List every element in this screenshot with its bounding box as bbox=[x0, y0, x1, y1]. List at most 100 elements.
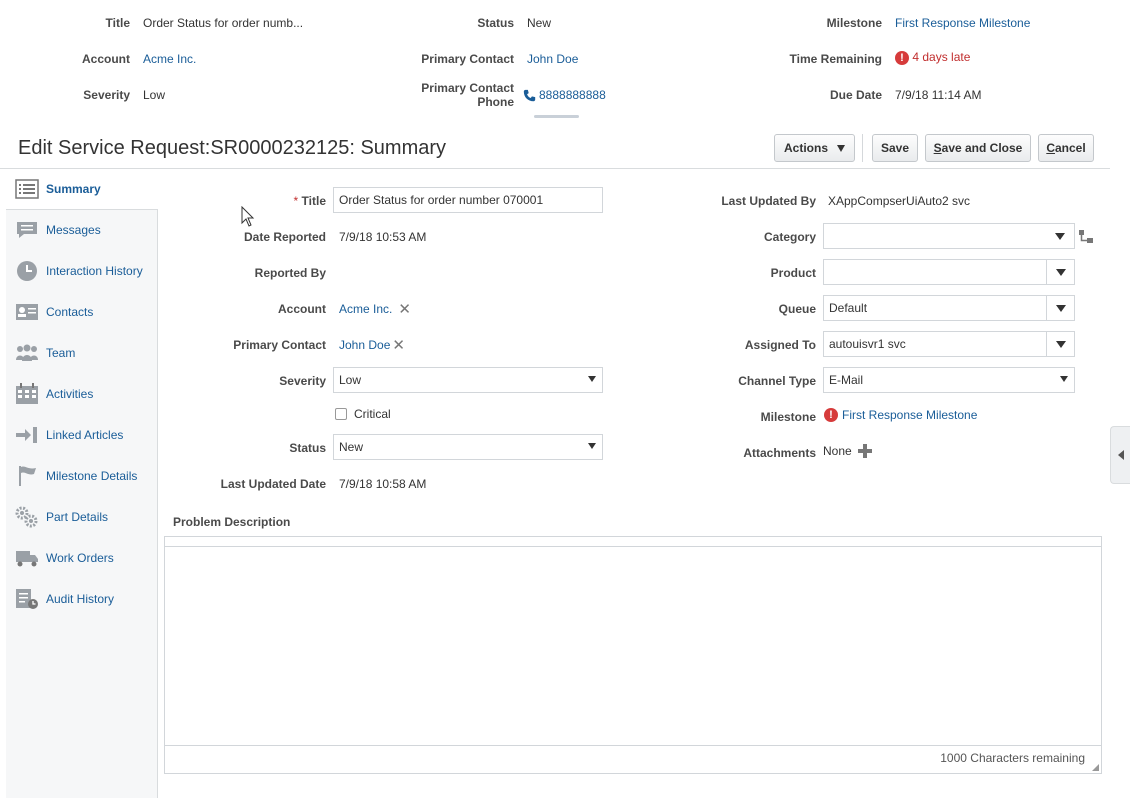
date-reported-value: 7/9/18 10:53 AM bbox=[339, 230, 427, 244]
time-remaining-value: 4 days late bbox=[912, 50, 971, 64]
save-button[interactable]: Save bbox=[872, 134, 918, 162]
assigned-to-combobox[interactable]: autouisvr1 svc bbox=[823, 331, 1075, 357]
title-label-text: Title bbox=[301, 194, 326, 208]
team-icon bbox=[15, 342, 39, 364]
title-input[interactable]: Order Status for order number 070001 bbox=[333, 187, 603, 213]
chevron-down-icon bbox=[1055, 233, 1065, 240]
header-milestone-link[interactable]: First Response Milestone bbox=[895, 16, 1030, 30]
sidebar-item-interaction-history[interactable]: Interaction History bbox=[6, 251, 157, 291]
select-arrow-icon bbox=[588, 376, 596, 382]
attachments-value: None bbox=[823, 444, 852, 458]
header-primary-contact-link[interactable]: John Doe bbox=[527, 52, 578, 66]
date-reported-label: Date Reported bbox=[243, 230, 326, 244]
chevron-down-icon bbox=[1055, 340, 1066, 348]
chevron-down-icon bbox=[837, 144, 845, 152]
title-field-label: * Title bbox=[200, 194, 326, 208]
sidebar-item-messages[interactable]: Messages bbox=[6, 210, 157, 250]
sidebar-item-work-orders[interactable]: Work Orders bbox=[6, 538, 157, 578]
problem-description-textarea[interactable]: 1000 Characters remaining bbox=[164, 536, 1102, 774]
textarea-toolbar bbox=[165, 537, 1101, 547]
phone-icon bbox=[523, 89, 536, 101]
chevron-down-icon bbox=[1055, 268, 1066, 276]
header-title-label: Title bbox=[105, 16, 130, 30]
critical-label: Critical bbox=[354, 407, 391, 421]
product-dropdown-button[interactable] bbox=[1046, 259, 1074, 285]
header-due-date-value: 7/9/18 11:14 AM bbox=[895, 88, 982, 102]
assigned-to-dropdown-button[interactable] bbox=[1046, 331, 1074, 357]
link-arrow-icon bbox=[15, 424, 39, 446]
calendar-icon bbox=[15, 383, 39, 405]
cancel-button[interactable]: Cancel bbox=[1038, 134, 1094, 162]
sidebar-item-contacts[interactable]: Contacts bbox=[6, 292, 157, 332]
hierarchy-browse-icon[interactable] bbox=[1078, 229, 1094, 245]
product-combobox[interactable] bbox=[823, 259, 1075, 285]
save-and-close-button[interactable]: Save and Close bbox=[925, 134, 1031, 162]
actions-label: Actions bbox=[783, 141, 828, 155]
problem-description-label: Problem Description bbox=[173, 515, 291, 529]
toolbar-separator bbox=[862, 134, 863, 162]
header-scroll-indicator bbox=[534, 115, 579, 118]
actions-menu-button[interactable]: Actions bbox=[774, 134, 855, 162]
sidebar-item-label: Work Orders bbox=[46, 551, 114, 565]
last-updated-by-label: Last Updated By bbox=[721, 194, 816, 208]
header-phone-link[interactable]: 8888888888 bbox=[523, 88, 606, 102]
reported-by-label: Reported By bbox=[254, 266, 326, 280]
required-mark: * bbox=[293, 194, 299, 208]
category-select[interactable] bbox=[823, 223, 1075, 249]
sidebar-item-part-details[interactable]: Part Details bbox=[6, 497, 157, 537]
sidebar: Summary Messages Interaction History Con… bbox=[6, 169, 158, 798]
summary-icon bbox=[15, 178, 39, 200]
sidebar-item-label: Summary bbox=[46, 182, 101, 196]
primary-contact-label: Primary Contact bbox=[233, 338, 326, 352]
header-phone-label: Primary Contact Phone bbox=[421, 81, 514, 109]
category-label: Category bbox=[763, 230, 816, 244]
sidebar-item-activities[interactable]: Activities bbox=[6, 374, 157, 414]
sidebar-item-label: Contacts bbox=[46, 305, 94, 319]
last-updated-date-value: 7/9/18 10:58 AM bbox=[339, 477, 427, 491]
channel-type-label: Channel Type bbox=[738, 374, 816, 388]
sidebar-item-milestone-details[interactable]: Milestone Details bbox=[6, 456, 157, 496]
severity-select[interactable]: Low bbox=[333, 367, 603, 393]
header-status-value: New bbox=[527, 16, 552, 30]
sidebar-item-summary[interactable]: Summary bbox=[6, 169, 158, 210]
severity-label: Severity bbox=[279, 374, 326, 388]
header-severity-value: Low bbox=[143, 88, 166, 102]
header-severity-label: Severity bbox=[83, 88, 130, 102]
account-link[interactable]: Acme Inc. bbox=[339, 302, 392, 316]
cancel-mnemonic: C bbox=[1046, 141, 1055, 155]
queue-value: Default bbox=[829, 301, 868, 315]
audit-icon bbox=[15, 588, 39, 610]
sidebar-item-linked-articles[interactable]: Linked Articles bbox=[6, 415, 157, 455]
sidebar-item-label: Team bbox=[46, 346, 76, 360]
header-account-label: Account bbox=[82, 52, 130, 66]
sidebar-item-audit-history[interactable]: Audit History bbox=[6, 579, 157, 619]
sidebar-item-label: Part Details bbox=[46, 510, 109, 524]
channel-type-value: E-Mail bbox=[829, 373, 864, 387]
channel-type-select[interactable]: E-Mail bbox=[823, 367, 1075, 393]
attachments-field: None bbox=[823, 444, 872, 458]
remove-account-icon[interactable]: ✕ bbox=[398, 300, 411, 318]
primary-contact-field: John Doe ✕ bbox=[339, 336, 405, 354]
status-label: Status bbox=[289, 441, 326, 455]
header-account-link[interactable]: Acme Inc. bbox=[143, 52, 196, 66]
critical-checkbox[interactable] bbox=[335, 408, 347, 420]
remove-contact-icon[interactable]: ✕ bbox=[392, 336, 405, 354]
resize-handle-icon[interactable] bbox=[1092, 764, 1099, 771]
primary-contact-link[interactable]: John Doe bbox=[339, 338, 390, 352]
milestone-link[interactable]: First Response Milestone bbox=[842, 408, 977, 422]
cancel-label: ancel bbox=[1054, 141, 1086, 155]
header-due-date-label: Due Date bbox=[829, 88, 882, 102]
messages-icon bbox=[15, 219, 39, 241]
collapse-panel-button[interactable] bbox=[1110, 426, 1130, 484]
save-close-label: ave and Close bbox=[941, 141, 1023, 155]
queue-dropdown-button[interactable] bbox=[1046, 295, 1074, 321]
status-select[interactable]: New bbox=[333, 434, 603, 460]
assigned-to-label: Assigned To bbox=[744, 338, 816, 352]
header-status-label: Status bbox=[477, 16, 514, 30]
queue-combobox[interactable]: Default bbox=[823, 295, 1075, 321]
chevron-down-icon bbox=[1055, 304, 1066, 312]
phone-number[interactable]: 8888888888 bbox=[539, 88, 606, 102]
add-attachment-icon[interactable] bbox=[857, 444, 872, 458]
title-divider bbox=[0, 168, 1110, 169]
sidebar-item-team[interactable]: Team bbox=[6, 333, 157, 373]
